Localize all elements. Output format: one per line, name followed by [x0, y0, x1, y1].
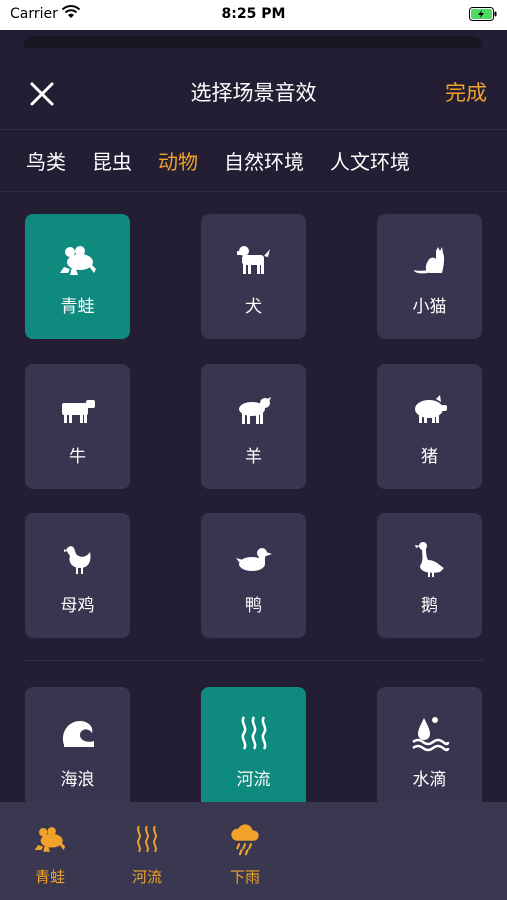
selected-sound-rain[interactable]: 下雨 [215, 820, 275, 887]
tile-label: 鹅 [421, 596, 438, 616]
tile-label: 水滴 [412, 770, 447, 790]
selected-sound-label: 河流 [131, 868, 162, 886]
tile-label: 犬 [245, 297, 262, 317]
hen-icon [25, 539, 130, 579]
tile-label: 青蛙 [60, 297, 95, 317]
selected-sound-river[interactable]: 河流 [117, 820, 177, 887]
page-title: 选择场景音效 [190, 81, 317, 105]
duck-icon [201, 539, 306, 579]
sound-tile-sheep[interactable]: 羊 [201, 364, 306, 489]
sound-tile-goose[interactable]: 鹅 [377, 513, 482, 638]
selected-sound-frog[interactable]: 青蛙 [20, 820, 80, 887]
done-button[interactable]: 完成 [445, 77, 487, 107]
river-icon [201, 713, 306, 753]
tile-label: 猪 [421, 447, 438, 467]
rain-cloud-icon [215, 820, 275, 858]
wave-icon [25, 713, 130, 753]
goose-icon [377, 539, 482, 579]
sound-tile-cat[interactable]: 小猫 [377, 214, 482, 339]
sound-tile-river[interactable]: 河流 [201, 687, 306, 812]
river-icon [117, 820, 177, 858]
sound-tile-cow[interactable]: 牛 [25, 364, 130, 489]
divider [0, 129, 507, 130]
selected-sound-label: 下雨 [229, 868, 260, 886]
sound-tile-pig[interactable]: 猪 [377, 364, 482, 489]
tile-label: 河流 [236, 770, 271, 790]
sheet-grip [24, 36, 482, 48]
sound-tile-waves[interactable]: 海浪 [25, 687, 130, 812]
nav-bar: 选择场景音效 完成 [0, 55, 507, 129]
selected-sound-label: 青蛙 [34, 868, 65, 886]
tile-label: 鸭 [245, 596, 262, 616]
tab-humanity[interactable]: 人文环境 [330, 146, 410, 176]
tab-birds[interactable]: 鸟类 [26, 146, 66, 176]
clock: 8:25 PM [221, 6, 286, 22]
sound-tile-duck[interactable]: 鸭 [201, 513, 306, 638]
frog-icon [25, 240, 130, 280]
cow-icon [25, 390, 130, 430]
divider [0, 191, 507, 192]
tile-label: 母鸡 [60, 596, 95, 616]
sound-tile-waterdrop[interactable]: 水滴 [377, 687, 482, 812]
frog-icon [20, 820, 80, 858]
tab-insects[interactable]: 昆虫 [92, 146, 132, 176]
battery-icon [469, 7, 497, 21]
sheep-icon [201, 390, 306, 430]
status-bar: Carrier 8:25 PM [0, 0, 507, 30]
sound-tile-dog[interactable]: 犬 [201, 214, 306, 339]
tile-label: 海浪 [60, 770, 95, 790]
tab-nature[interactable]: 自然环境 [224, 146, 304, 176]
category-tabs: 鸟类 昆虫 动物 自然环境 人文环境 [26, 146, 410, 176]
tile-label: 牛 [69, 447, 86, 467]
dog-icon [201, 240, 306, 280]
cat-icon [377, 240, 482, 280]
sound-tile-hen[interactable]: 母鸡 [25, 513, 130, 638]
selected-sounds-bar: 青蛙 河流 下雨 [0, 802, 507, 900]
sound-tile-frog[interactable]: 青蛙 [25, 214, 130, 339]
water-drop-icon [377, 713, 482, 753]
pig-icon [377, 390, 482, 430]
tile-label: 羊 [245, 447, 262, 467]
section-divider [25, 660, 483, 661]
tile-label: 小猫 [412, 297, 447, 317]
tab-animals[interactable]: 动物 [158, 146, 198, 176]
